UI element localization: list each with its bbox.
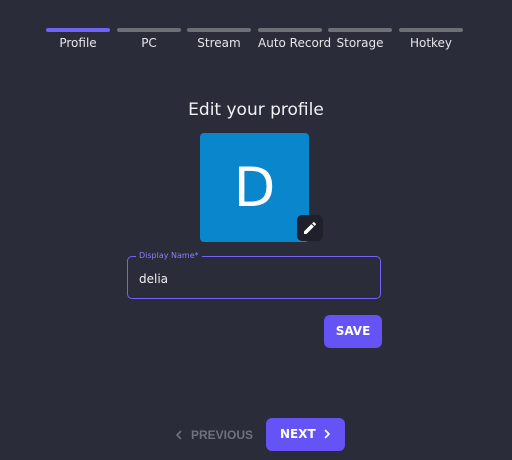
previous-label: PREVIOUS	[191, 428, 254, 442]
step-indicator	[46, 28, 110, 32]
step-label: Stream	[197, 36, 241, 50]
step-label: Storage	[336, 36, 384, 50]
step-profile[interactable]: Profile	[46, 28, 110, 50]
step-indicator	[117, 28, 181, 32]
step-indicator	[187, 28, 251, 32]
chevron-right-icon	[324, 429, 330, 439]
display-name-field: Display Name*	[127, 250, 381, 299]
step-pc[interactable]: PC	[117, 28, 181, 50]
step-auto-record[interactable]: Auto Record	[258, 28, 332, 50]
step-stream[interactable]: Stream	[187, 28, 251, 50]
step-label: Hotkey	[409, 36, 453, 50]
onboarding-page: Profile PC Stream Auto Record Storage Ho…	[0, 0, 512, 460]
step-storage[interactable]: Storage	[328, 28, 392, 50]
step-hotkey[interactable]: Hotkey	[399, 28, 463, 50]
edit-avatar-button[interactable]	[297, 215, 323, 241]
next-label: NEXT	[280, 427, 316, 441]
avatar-initial: D	[233, 156, 276, 219]
progress-stepper: Profile PC Stream Auto Record Storage Ho…	[46, 28, 463, 50]
display-name-input[interactable]	[128, 257, 380, 298]
save-button[interactable]: SAVE	[324, 315, 382, 348]
step-indicator	[399, 28, 463, 32]
avatar: D	[200, 133, 309, 242]
pencil-icon	[304, 221, 317, 234]
page-title: Edit your profile	[188, 100, 324, 120]
step-indicator	[258, 28, 322, 32]
step-indicator	[328, 28, 392, 32]
chevron-left-icon	[176, 430, 182, 440]
previous-button[interactable]: PREVIOUS	[170, 419, 254, 451]
step-label: Auto Record	[258, 36, 332, 50]
step-label: PC	[141, 36, 157, 50]
next-button[interactable]: NEXT	[266, 418, 345, 451]
step-label: Profile	[59, 36, 97, 50]
